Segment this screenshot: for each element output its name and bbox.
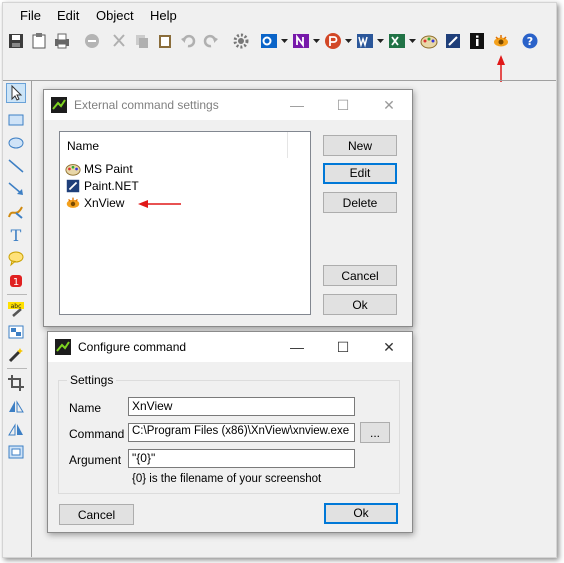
configure-cancel-button[interactable]: Cancel (59, 504, 134, 525)
toolbar-separator (3, 80, 556, 81)
excel-dropdown-icon[interactable] (409, 39, 416, 44)
rotate-clockwise-tool-icon[interactable] (7, 397, 25, 415)
save-icon[interactable] (7, 32, 25, 50)
external-ok-button[interactable]: Ok (323, 294, 397, 315)
menu-bar: File Edit Object Help (3, 3, 556, 27)
external-cancel-button[interactable]: Cancel (323, 265, 397, 286)
menu-help[interactable]: Help (150, 8, 177, 23)
argument-input[interactable]: "{0}" (128, 449, 355, 468)
maximize-button[interactable]: ☐ (320, 90, 366, 120)
configure-dialog-title: Configure command (78, 340, 187, 354)
settings-group-title: Settings (67, 373, 117, 387)
edit-button[interactable]: Edit (323, 163, 397, 184)
mspaint-icon[interactable] (420, 32, 438, 50)
info-icon[interactable] (468, 32, 486, 50)
svg-text:1: 1 (13, 277, 19, 288)
powerpoint-dropdown-icon[interactable] (345, 39, 352, 44)
counter-tool-icon[interactable]: 1 (7, 272, 25, 290)
paintnet-icon[interactable] (444, 32, 462, 50)
freehand-tool-icon[interactable] (7, 203, 25, 221)
close-button[interactable]: ✕ (366, 332, 412, 362)
drawing-tools-strip: T 1 abc (3, 81, 32, 557)
magic-wand-tool-icon[interactable] (7, 346, 25, 364)
greenshot-app-icon (55, 339, 71, 355)
svg-text:?: ? (527, 35, 533, 48)
print-icon[interactable] (53, 32, 71, 50)
xnview-icon (65, 195, 81, 211)
menu-edit[interactable]: Edit (57, 8, 79, 23)
line-tool-icon[interactable] (7, 157, 25, 175)
tools-separator-2 (7, 368, 27, 369)
svg-text:T: T (11, 226, 22, 244)
help-icon[interactable]: ? (521, 32, 539, 50)
new-button[interactable]: New (323, 135, 397, 156)
external-dialog-title: External command settings (74, 98, 219, 112)
word-icon[interactable] (356, 32, 374, 50)
main-toolbar: ? (3, 29, 556, 55)
onenote-icon[interactable] (292, 32, 310, 50)
word-dropdown-icon[interactable] (377, 39, 384, 44)
annotation-arrow-left-icon (138, 200, 181, 208)
configure-command-dialog: Configure command — ☐ ✕ Settings Name Xn… (47, 331, 413, 533)
resize-tool-icon[interactable] (7, 443, 25, 461)
delete-button[interactable]: Delete (323, 192, 397, 213)
argument-hint: {0} is the filename of your screenshot (132, 473, 322, 485)
undo-icon[interactable] (179, 32, 197, 50)
powerpoint-icon[interactable] (324, 32, 342, 50)
rotate-counterclockwise-tool-icon[interactable] (7, 420, 25, 438)
external-dialog-titlebar: External command settings — ☐ ✕ (44, 90, 412, 120)
command-list[interactable]: Name MS Paint Paint.NET XnView (59, 131, 311, 315)
arrow-tool-icon[interactable] (7, 180, 25, 198)
outlook-dropdown-icon[interactable] (281, 39, 288, 44)
command-label: Command (69, 427, 125, 441)
close-button[interactable]: ✕ (366, 90, 412, 120)
crop-tool-icon[interactable] (7, 374, 25, 392)
greenshot-editor-window: File Edit Object Help ? T 1 abc External… (2, 2, 557, 558)
redo-icon[interactable] (202, 32, 220, 50)
tools-separator (7, 294, 27, 295)
outlook-icon[interactable] (260, 32, 278, 50)
configure-ok-button[interactable]: Ok (324, 503, 398, 524)
rectangle-tool-icon[interactable] (7, 111, 25, 129)
greenshot-app-icon (51, 97, 67, 113)
ellipse-tool-icon[interactable] (7, 134, 25, 152)
copy-icon[interactable] (133, 32, 151, 50)
speechbubble-tool-icon[interactable] (7, 249, 25, 267)
argument-label: Argument (69, 453, 122, 467)
cut-icon[interactable] (110, 32, 128, 50)
menu-object[interactable]: Object (96, 8, 134, 23)
cursor-tool-icon[interactable] (6, 83, 26, 103)
obfuscate-tool-icon[interactable] (7, 323, 25, 341)
list-column-header[interactable]: Name (60, 132, 288, 158)
name-label: Name (69, 401, 102, 415)
paintnet-icon (65, 178, 81, 194)
clipboard-icon[interactable] (156, 32, 174, 50)
excel-icon[interactable] (388, 32, 406, 50)
name-input[interactable]: XnView (128, 397, 355, 416)
text-tool-icon[interactable]: T (7, 226, 25, 244)
minimize-button[interactable]: — (274, 90, 320, 120)
paste-icon[interactable] (30, 32, 48, 50)
highlight-tool-icon[interactable]: abc (7, 300, 25, 318)
external-command-settings-dialog: External command settings — ☐ ✕ Name MS … (43, 89, 413, 327)
menu-file[interactable]: File (20, 8, 41, 23)
command-input[interactable]: C:\Program Files (x86)\XnView\xnview.exe (128, 423, 355, 442)
gear-icon[interactable] (232, 32, 250, 50)
maximize-button[interactable]: ☐ (320, 332, 366, 362)
browse-button[interactable]: ... (360, 422, 390, 443)
configure-dialog-titlebar: Configure command — ☐ ✕ (48, 332, 412, 362)
stop-icon[interactable] (83, 32, 101, 50)
minimize-button[interactable]: — (274, 332, 320, 362)
xnview-icon[interactable] (492, 32, 510, 50)
onenote-dropdown-icon[interactable] (313, 39, 320, 44)
mspaint-icon (65, 161, 81, 177)
